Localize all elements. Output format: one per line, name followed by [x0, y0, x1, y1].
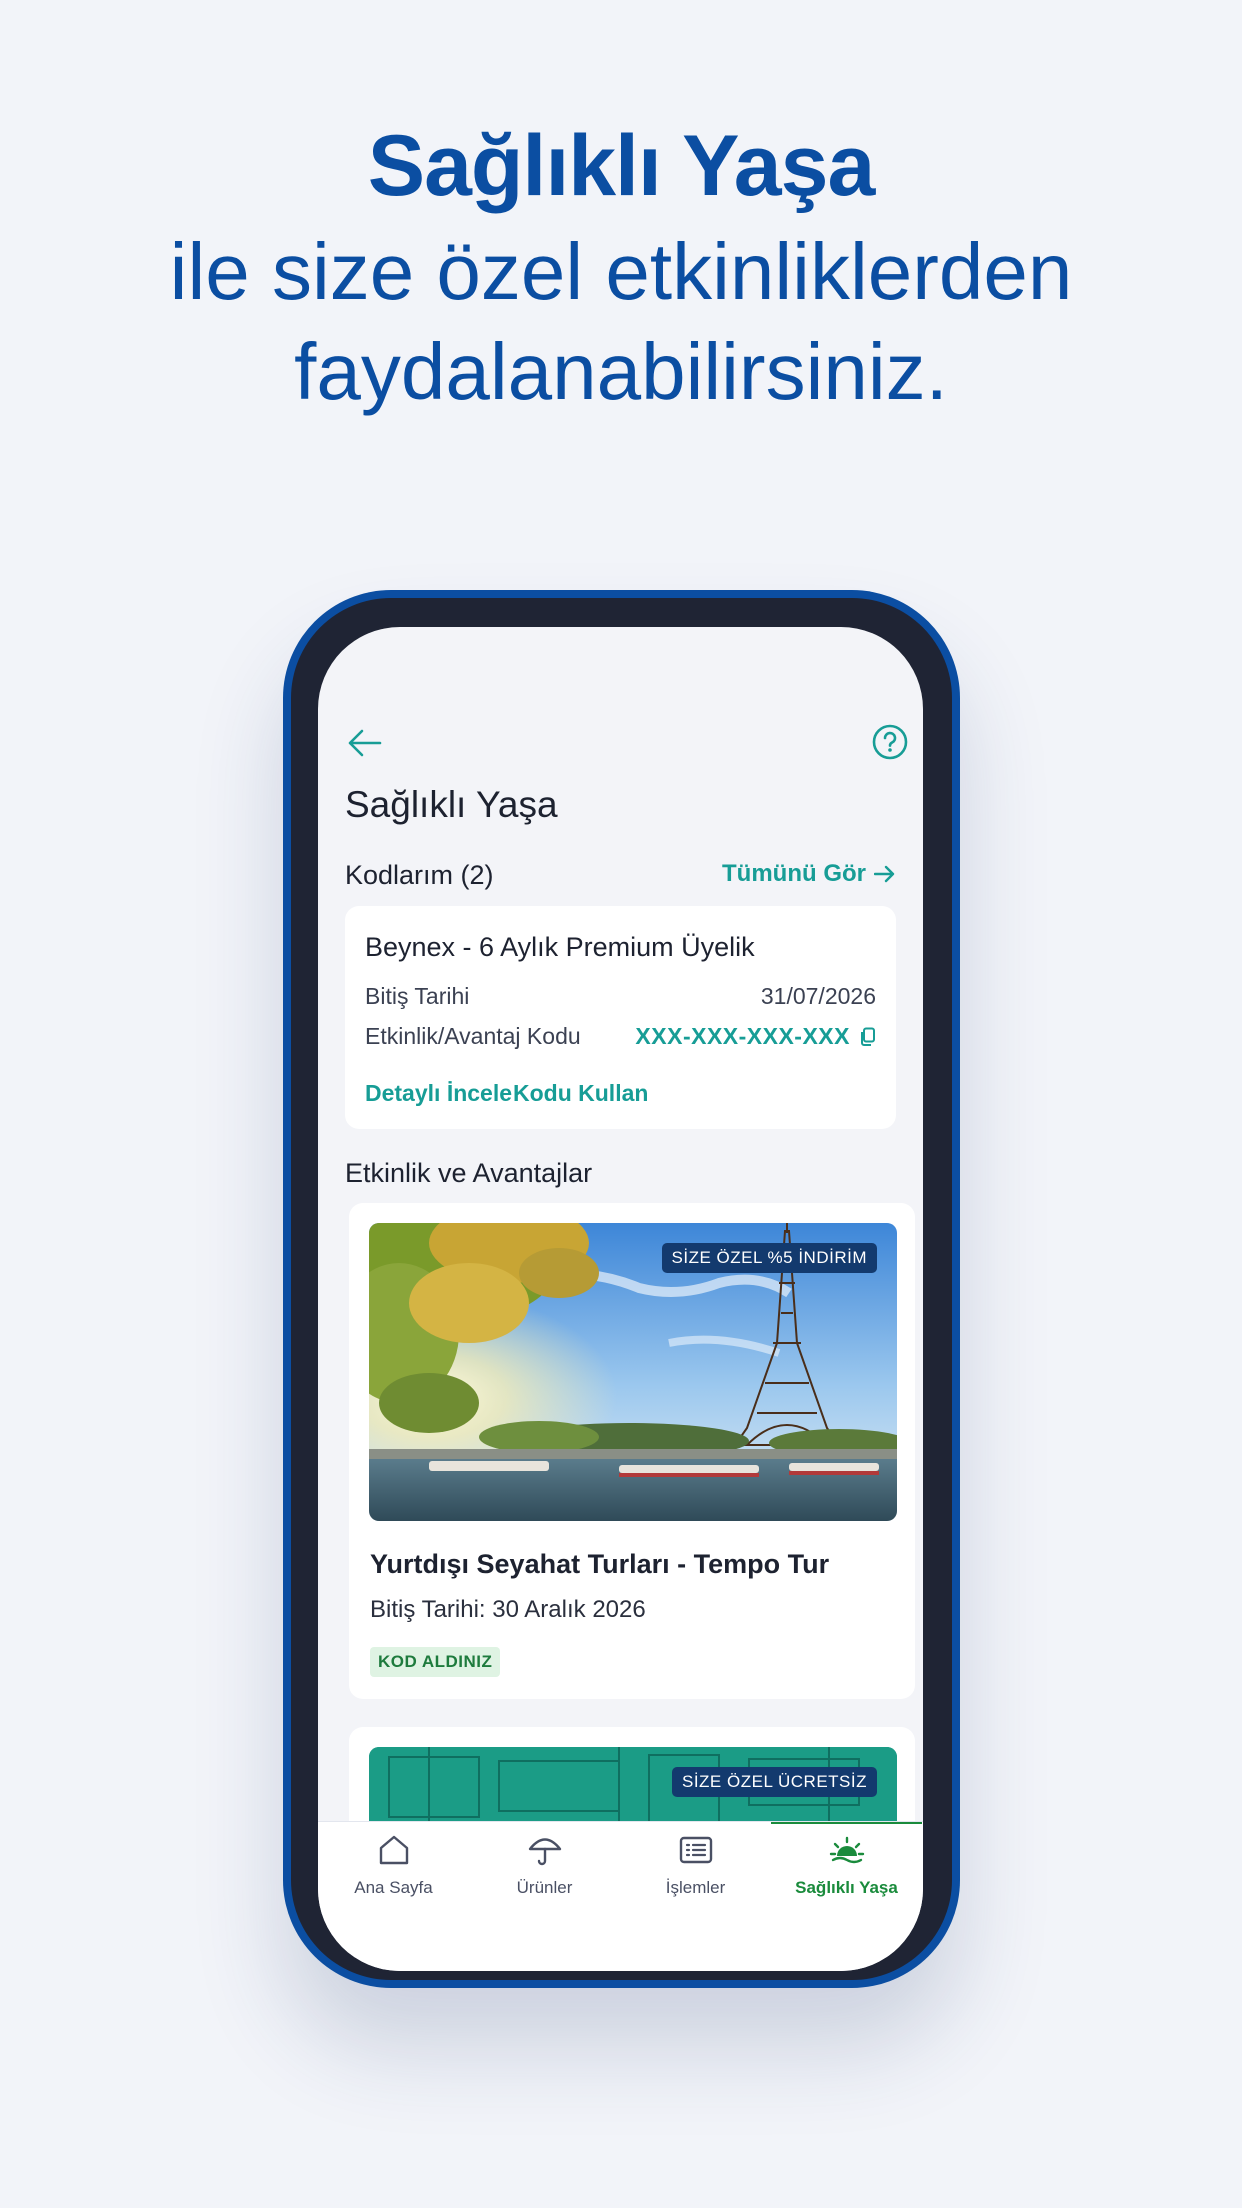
code-card-title: Beynex - 6 Aylık Premium Üyelik	[365, 932, 755, 962]
home-icon	[379, 1835, 409, 1865]
tab-products[interactable]: Ürünler	[469, 1822, 620, 1922]
promo-title: Sağlıklı Yaşa	[367, 118, 876, 214]
tab-home[interactable]: Ana Sayfa	[318, 1822, 469, 1922]
help-icon[interactable]	[871, 723, 909, 761]
event-title: Yurtdışı Seyahat Turları - Tempo Tur	[370, 1549, 830, 1579]
arrow-right-icon	[874, 865, 895, 883]
tab-healthy-living[interactable]: Sağlıklı Yaşa	[771, 1822, 922, 1922]
code-value-copy[interactable]: XXX-XXX-XXX-XXX	[635, 1023, 876, 1050]
expiry-label: Bitiş Tarihi	[365, 983, 470, 1009]
code-value: XXX-XXX-XXX-XXX	[635, 1023, 850, 1049]
copy-icon[interactable]	[860, 1027, 876, 1047]
phone-frame: Sağlıklı Yaşa Kodlarım (2) Tümünü Gör Be…	[283, 590, 960, 1988]
code-card: Beynex - 6 Aylık Premium Üyelik Bitiş Ta…	[345, 906, 896, 1129]
tab-transactions-label: İşlemler	[665, 1878, 726, 1897]
back-arrow-icon[interactable]	[344, 723, 384, 763]
see-all-link[interactable]: Tümünü Gör	[722, 860, 896, 888]
expiry-value: 31/07/2026	[760, 983, 876, 1009]
active-tab-indicator	[771, 1822, 922, 1824]
codes-heading: Kodlarım (2)	[345, 860, 494, 890]
use-code-link[interactable]: Kodu Kullan	[513, 1080, 648, 1107]
tab-transactions[interactable]: İşlemler	[620, 1822, 771, 1922]
sunrise-icon	[829, 1836, 865, 1864]
phone-screen: Sağlıklı Yaşa Kodlarım (2) Tümünü Gör Be…	[318, 627, 923, 1971]
promo-subtitle-line-2: faydalanabilirsiniz.	[294, 327, 948, 416]
list-icon	[679, 1836, 713, 1864]
expiry-row: Bitiş Tarihi 31/07/2026	[365, 983, 876, 1010]
event-card[interactable]: SİZE ÖZEL %5 İNDİRİM Yurtdışı Seyahat Tu…	[349, 1203, 915, 1699]
bottom-tab-bar: Ana Sayfa Ürünler İşlemler Sağlıklı Yaşa	[318, 1821, 923, 1971]
umbrella-icon	[528, 1838, 562, 1866]
code-row: Etkinlik/Avantaj Kodu XXX-XXX-XXX-XXX	[365, 1023, 876, 1050]
free-badge: SİZE ÖZEL ÜCRETSİZ	[671, 1767, 877, 1797]
screen-title: Sağlıklı Yaşa	[345, 784, 558, 825]
discount-badge: SİZE ÖZEL %5 İNDİRİM	[661, 1243, 877, 1273]
see-all-label: Tümünü Gör	[722, 860, 866, 887]
event-image-paris: SİZE ÖZEL %5 İNDİRİM	[369, 1223, 897, 1521]
detail-link[interactable]: Detaylı İncele	[365, 1080, 512, 1107]
phone-bezel: Sağlıklı Yaşa Kodlarım (2) Tümünü Gör Be…	[291, 598, 952, 1980]
tab-home-label: Ana Sayfa	[354, 1878, 433, 1897]
code-label: Etkinlik/Avantaj Kodu	[365, 1023, 581, 1049]
events-heading: Etkinlik ve Avantajlar	[345, 1158, 593, 1188]
promo-subtitle-line-1: ile size özel etkinliklerden	[169, 227, 1073, 316]
tab-healthy-living-label: Sağlıklı Yaşa	[795, 1878, 898, 1897]
tab-products-label: Ürünler	[516, 1878, 573, 1897]
code-received-tag: KOD ALDINIZ	[370, 1647, 501, 1677]
event-date: Bitiş Tarihi: 30 Aralık 2026	[370, 1596, 646, 1623]
